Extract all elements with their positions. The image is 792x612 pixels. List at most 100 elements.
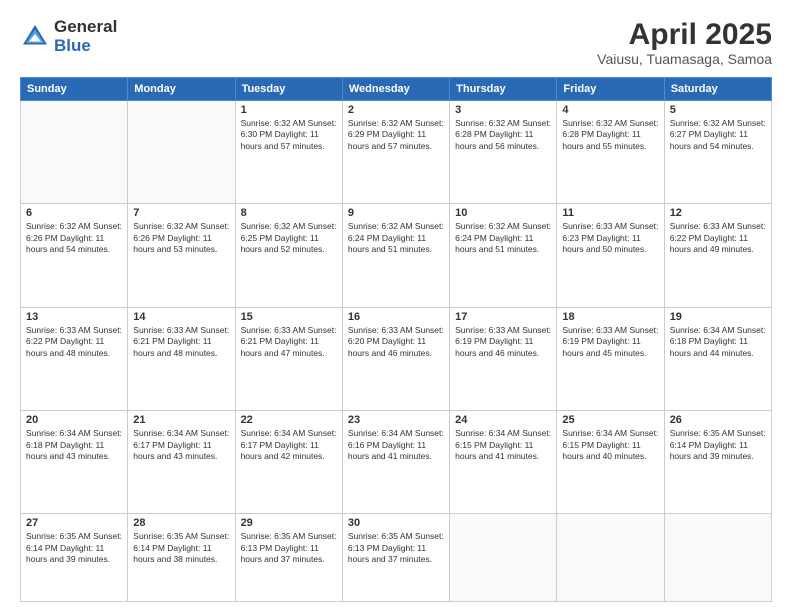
table-row: 21 Sunrise: 6:34 AM Sunset: 6:17 PM Dayli… [128, 411, 235, 514]
header-tuesday: Tuesday [235, 78, 342, 101]
day-number: 20 [26, 414, 122, 426]
table-row: 29Sunrise: 6:35 AM Sunset: 6:13 PM Dayli… [235, 514, 342, 602]
table-row: 15Sunrise: 6:33 AM Sunset: 6:21 PM Dayli… [235, 307, 342, 410]
header-wednesday: Wednesday [342, 78, 449, 101]
day-number: 26 [670, 414, 766, 426]
day-info: Sunrise: 6:35 AM Sunset: 6:14 PM Dayligh… [26, 531, 122, 565]
calendar-week-2: 6 Sunrise: 6:32 AM Sunset: 6:26 PM Daylig… [21, 204, 772, 307]
logo-icon [20, 22, 50, 52]
table-row: 11Sunrise: 6:33 AM Sunset: 6:23 PM Dayli… [557, 204, 664, 307]
day-info: Sunrise: 6:34 AM Sunset: 6:15 PM Dayligh… [562, 428, 658, 462]
table-row: 2 Sunrise: 6:32 AM Sunset: 6:29 PM Daylig… [342, 101, 449, 204]
day-number: 13 [26, 311, 122, 323]
day-info: Sunrise: 6:32 AM Sunset: 6:28 PM Dayligh… [562, 118, 658, 152]
calendar-week-4: 20 Sunrise: 6:34 AM Sunset: 6:18 PM Dayli… [21, 411, 772, 514]
calendar-table: Sunday Monday Tuesday Wednesday Thursday… [20, 77, 772, 602]
day-info: Sunrise: 6:32 AM Sunset: 6:29 PM Dayligh… [348, 118, 444, 152]
table-row [664, 514, 771, 602]
table-row: 22 Sunrise: 6:34 AM Sunset: 6:17 PM Dayli… [235, 411, 342, 514]
table-row: 12Sunrise: 6:33 AM Sunset: 6:22 PM Dayli… [664, 204, 771, 307]
day-info: Sunrise: 6:35 AM Sunset: 6:13 PM Dayligh… [241, 531, 337, 565]
day-number: 21 [133, 414, 229, 426]
table-row: 3 Sunrise: 6:32 AM Sunset: 6:28 PM Daylig… [450, 101, 557, 204]
header-monday: Monday [128, 78, 235, 101]
day-number: 18 [562, 311, 658, 323]
day-info: Sunrise: 6:32 AM Sunset: 6:28 PM Dayligh… [455, 118, 551, 152]
table-row: 28 Sunrise: 6:35 AM Sunset: 6:14 PM Dayli… [128, 514, 235, 602]
day-number: 19 [670, 311, 766, 323]
header-sunday: Sunday [21, 78, 128, 101]
day-info: Sunrise: 6:33 AM Sunset: 6:19 PM Dayligh… [455, 325, 551, 359]
table-row: 19 Sunrise: 6:34 AM Sunset: 6:18 PM Dayli… [664, 307, 771, 410]
day-number: 1 [241, 104, 337, 116]
day-info: Sunrise: 6:34 AM Sunset: 6:18 PM Dayligh… [26, 428, 122, 462]
table-row: 14Sunrise: 6:33 AM Sunset: 6:21 PM Dayli… [128, 307, 235, 410]
header: General Blue April 2025 Vaiusu, Tuamasag… [20, 18, 772, 67]
table-row: 20 Sunrise: 6:34 AM Sunset: 6:18 PM Dayli… [21, 411, 128, 514]
table-row: 4 Sunrise: 6:32 AM Sunset: 6:28 PM Daylig… [557, 101, 664, 204]
table-row [557, 514, 664, 602]
table-row: 27 Sunrise: 6:35 AM Sunset: 6:14 PM Dayli… [21, 514, 128, 602]
day-info: Sunrise: 6:34 AM Sunset: 6:18 PM Dayligh… [670, 325, 766, 359]
day-info: Sunrise: 6:34 AM Sunset: 6:16 PM Dayligh… [348, 428, 444, 462]
table-row: 5 Sunrise: 6:32 AM Sunset: 6:27 PM Daylig… [664, 101, 771, 204]
header-thursday: Thursday [450, 78, 557, 101]
table-row: 9Sunrise: 6:32 AM Sunset: 6:24 PM Daylig… [342, 204, 449, 307]
calendar-week-3: 13Sunrise: 6:33 AM Sunset: 6:22 PM Dayli… [21, 307, 772, 410]
day-number: 2 [348, 104, 444, 116]
table-row: 23 Sunrise: 6:34 AM Sunset: 6:16 PM Dayli… [342, 411, 449, 514]
logo-general-text: General [54, 18, 117, 37]
logo: General Blue [20, 18, 117, 55]
day-number: 17 [455, 311, 551, 323]
table-row: 13Sunrise: 6:33 AM Sunset: 6:22 PM Dayli… [21, 307, 128, 410]
day-number: 27 [26, 517, 122, 529]
calendar-week-5: 27 Sunrise: 6:35 AM Sunset: 6:14 PM Dayli… [21, 514, 772, 602]
day-number: 24 [455, 414, 551, 426]
table-row [21, 101, 128, 204]
day-number: 9 [348, 207, 444, 219]
day-info: Sunrise: 6:34 AM Sunset: 6:17 PM Dayligh… [241, 428, 337, 462]
day-info: Sunrise: 6:32 AM Sunset: 6:27 PM Dayligh… [670, 118, 766, 152]
table-row: 30Sunrise: 6:35 AM Sunset: 6:13 PM Dayli… [342, 514, 449, 602]
day-number: 10 [455, 207, 551, 219]
day-info: Sunrise: 6:33 AM Sunset: 6:20 PM Dayligh… [348, 325, 444, 359]
table-row: 6 Sunrise: 6:32 AM Sunset: 6:26 PM Daylig… [21, 204, 128, 307]
title-block: April 2025 Vaiusu, Tuamasaga, Samoa [597, 18, 772, 67]
table-row: 25 Sunrise: 6:34 AM Sunset: 6:15 PM Dayli… [557, 411, 664, 514]
day-number: 4 [562, 104, 658, 116]
day-number: 8 [241, 207, 337, 219]
table-row: 24 Sunrise: 6:34 AM Sunset: 6:15 PM Dayli… [450, 411, 557, 514]
day-info: Sunrise: 6:32 AM Sunset: 6:26 PM Dayligh… [26, 221, 122, 255]
day-number: 6 [26, 207, 122, 219]
calendar-week-1: 1 Sunrise: 6:32 AM Sunset: 6:30 PM Daylig… [21, 101, 772, 204]
day-info: Sunrise: 6:33 AM Sunset: 6:19 PM Dayligh… [562, 325, 658, 359]
day-number: 5 [670, 104, 766, 116]
day-info: Sunrise: 6:34 AM Sunset: 6:15 PM Dayligh… [455, 428, 551, 462]
day-number: 22 [241, 414, 337, 426]
day-info: Sunrise: 6:33 AM Sunset: 6:23 PM Dayligh… [562, 221, 658, 255]
day-number: 14 [133, 311, 229, 323]
day-info: Sunrise: 6:35 AM Sunset: 6:13 PM Dayligh… [348, 531, 444, 565]
day-info: Sunrise: 6:32 AM Sunset: 6:26 PM Dayligh… [133, 221, 229, 255]
table-row: 1 Sunrise: 6:32 AM Sunset: 6:30 PM Daylig… [235, 101, 342, 204]
table-row: 17 Sunrise: 6:33 AM Sunset: 6:19 PM Dayli… [450, 307, 557, 410]
day-number: 12 [670, 207, 766, 219]
day-number: 16 [348, 311, 444, 323]
table-row [128, 101, 235, 204]
day-info: Sunrise: 6:32 AM Sunset: 6:25 PM Dayligh… [241, 221, 337, 255]
day-number: 7 [133, 207, 229, 219]
day-number: 28 [133, 517, 229, 529]
header-friday: Friday [557, 78, 664, 101]
day-info: Sunrise: 6:32 AM Sunset: 6:24 PM Dayligh… [455, 221, 551, 255]
table-row: 18 Sunrise: 6:33 AM Sunset: 6:19 PM Dayli… [557, 307, 664, 410]
day-info: Sunrise: 6:35 AM Sunset: 6:14 PM Dayligh… [133, 531, 229, 565]
logo-blue-text: Blue [54, 37, 117, 56]
day-number: 25 [562, 414, 658, 426]
header-saturday: Saturday [664, 78, 771, 101]
day-number: 23 [348, 414, 444, 426]
day-number: 15 [241, 311, 337, 323]
day-info: Sunrise: 6:34 AM Sunset: 6:17 PM Dayligh… [133, 428, 229, 462]
day-number: 3 [455, 104, 551, 116]
day-info: Sunrise: 6:32 AM Sunset: 6:30 PM Dayligh… [241, 118, 337, 152]
table-row: 7 Sunrise: 6:32 AM Sunset: 6:26 PM Daylig… [128, 204, 235, 307]
